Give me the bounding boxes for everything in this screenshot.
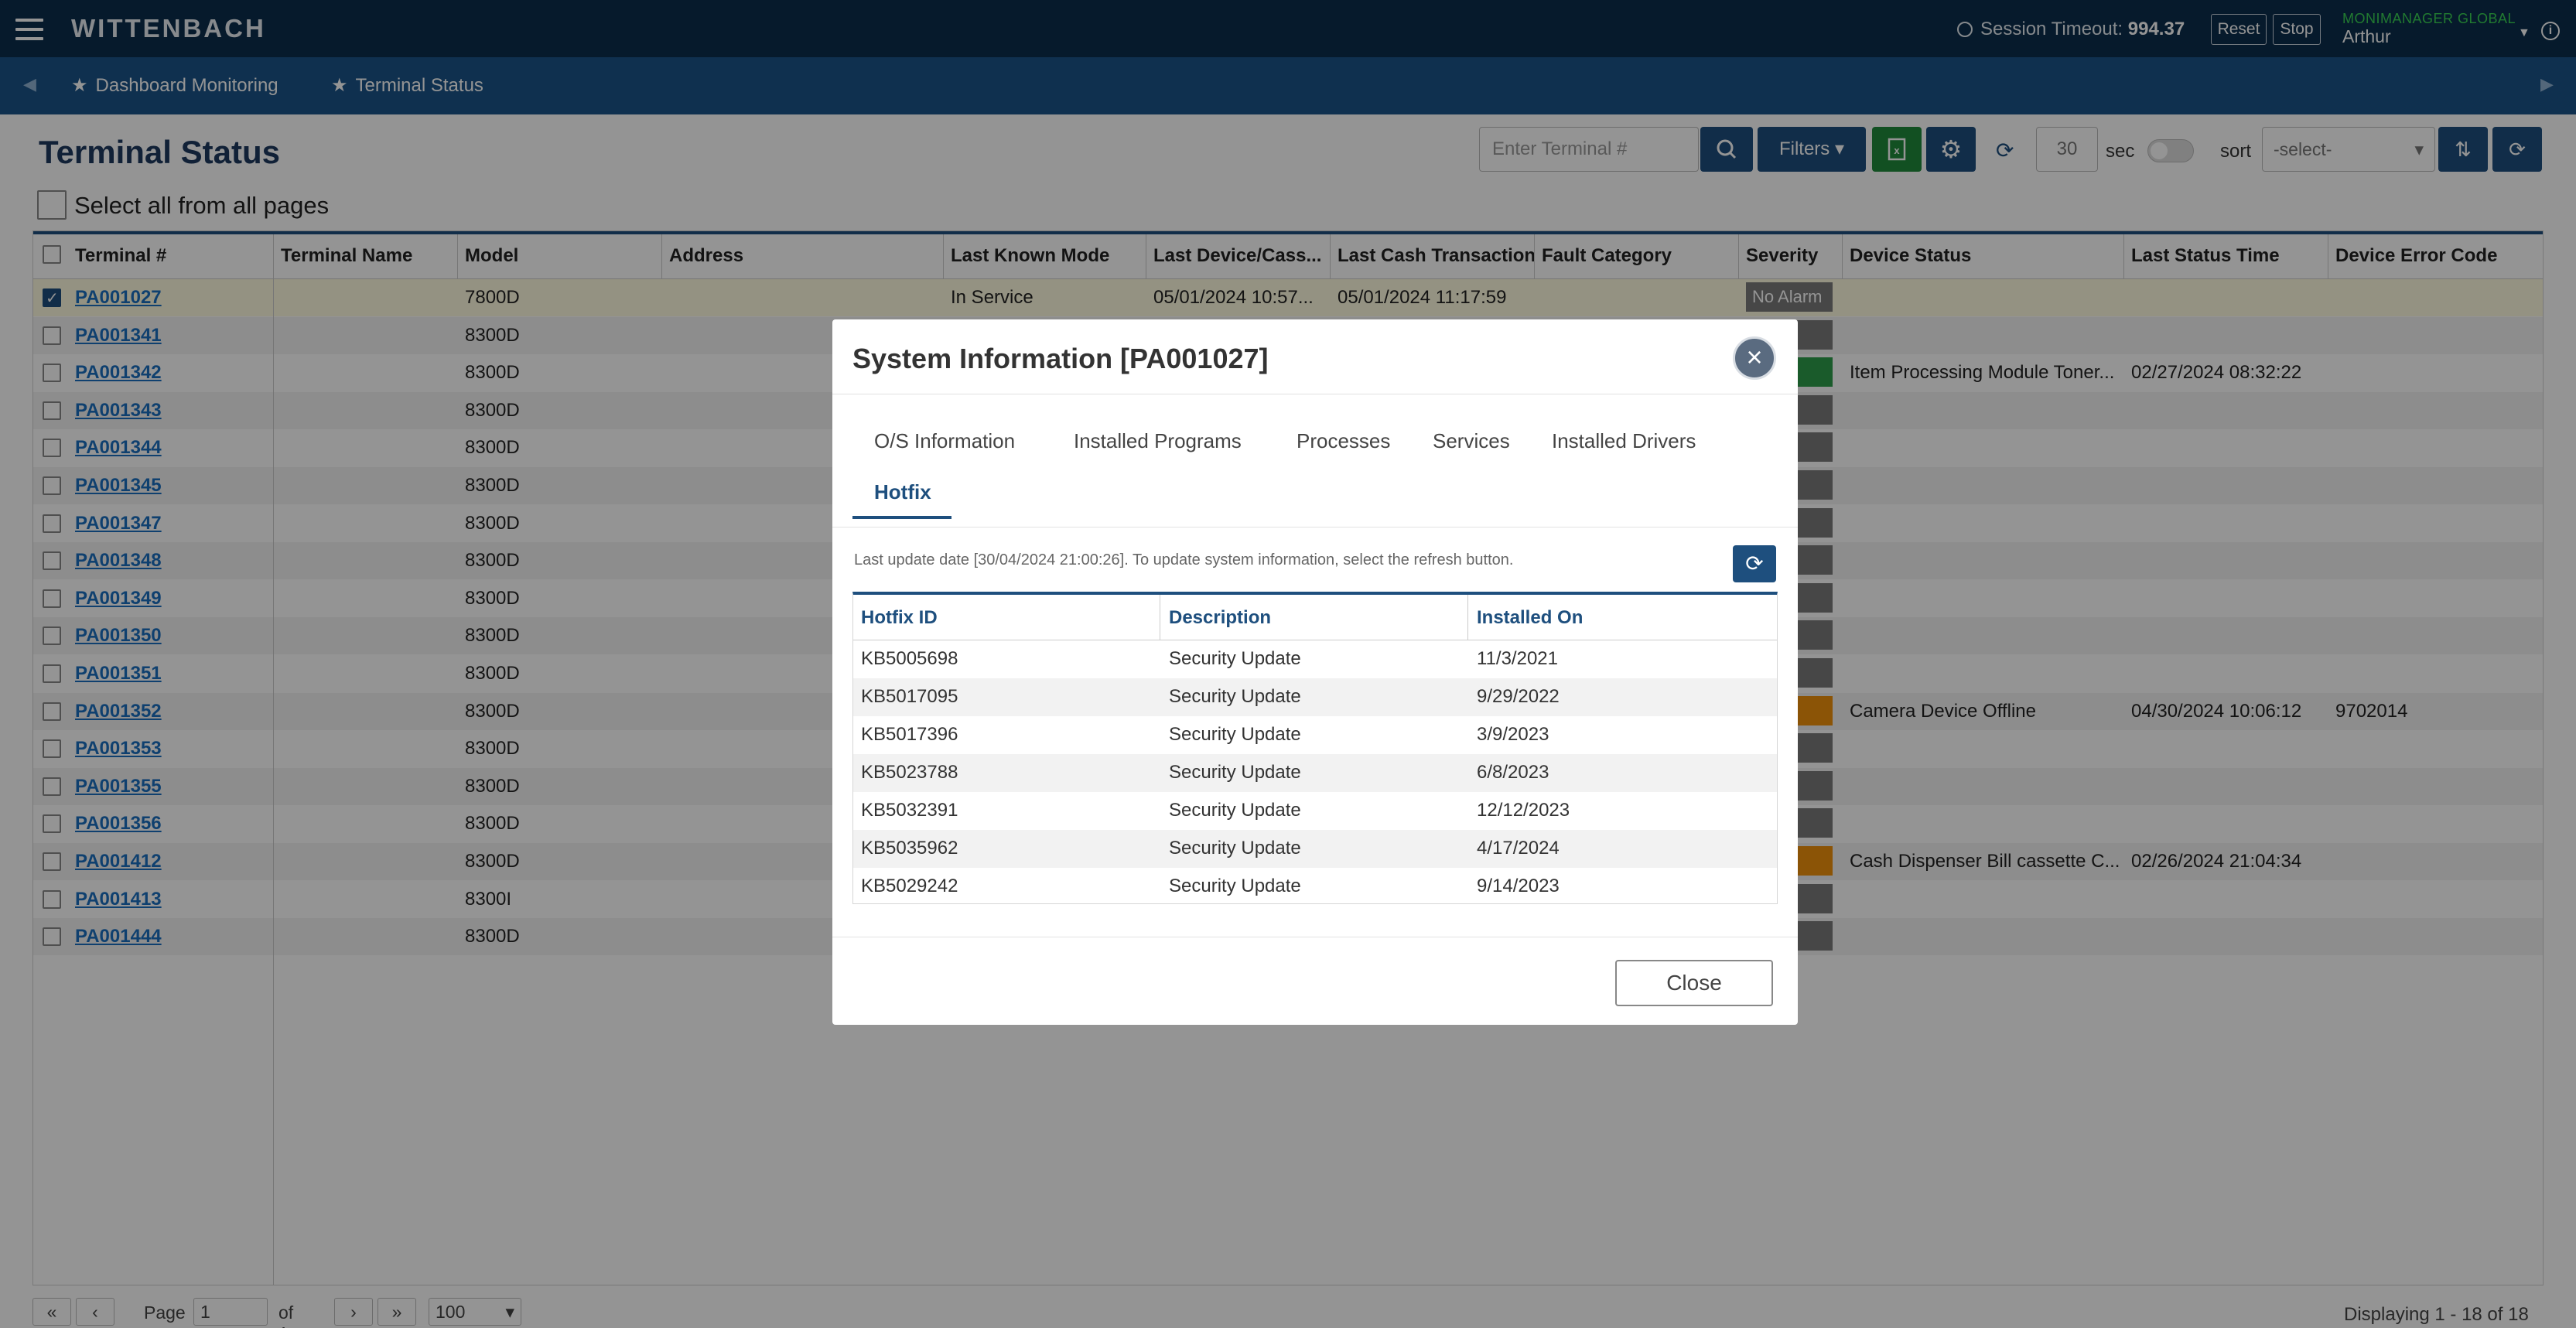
hotfix-description-cell: Security Update — [1169, 686, 1301, 707]
table-row[interactable]: KB5005698 Security Update 11/3/2021 — [853, 640, 1777, 678]
table-row[interactable]: KB5029242 Security Update 9/14/2023 — [853, 868, 1777, 903]
tab-hotfix[interactable]: Hotfix — [874, 480, 931, 504]
hotfix-description-cell: Security Update — [1169, 648, 1301, 669]
hotfix-description-cell: Security Update — [1169, 762, 1301, 783]
tab-os-information[interactable]: O/S Information — [874, 429, 1015, 453]
hotfix-installed-cell: 4/17/2024 — [1477, 838, 1560, 859]
tab-processes[interactable]: Processes — [1297, 429, 1390, 453]
last-update-note: Last update date [30/04/2024 21:00:26]. … — [854, 551, 1514, 568]
close-button[interactable]: Close — [1615, 960, 1773, 1006]
hotfix-description-cell: Security Update — [1169, 800, 1301, 821]
hotfix-description-cell: Security Update — [1169, 838, 1301, 859]
table-row[interactable]: KB5017396 Security Update 3/9/2023 — [853, 716, 1777, 754]
refresh-system-info-button[interactable]: ⟳ — [1733, 545, 1776, 582]
hotfix-installed-cell: 9/29/2022 — [1477, 686, 1560, 707]
table-row[interactable]: KB5035962 Security Update 4/17/2024 — [853, 830, 1777, 868]
active-tab-indicator — [852, 516, 951, 519]
hotfix-installed-cell: 9/14/2023 — [1477, 876, 1560, 896]
hotfix-installed-cell: 11/3/2021 — [1477, 648, 1558, 669]
tab-installed-drivers[interactable]: Installed Drivers — [1552, 429, 1696, 453]
system-information-dialog: System Information [PA001027] × O/S Info… — [832, 319, 1798, 1025]
hotfix-id-cell: KB5035962 — [861, 838, 958, 859]
hotfix-id-cell: KB5023788 — [861, 762, 958, 783]
hotfix-id-cell: KB5005698 — [861, 648, 958, 669]
dialog-title: System Information [PA001027] — [852, 343, 1269, 374]
column-header[interactable]: Description — [1169, 607, 1271, 629]
hotfix-installed-cell: 3/9/2023 — [1477, 724, 1549, 745]
hotfix-installed-cell: 6/8/2023 — [1477, 762, 1549, 783]
hotfix-description-cell: Security Update — [1169, 876, 1301, 896]
hotfix-description-cell: Security Update — [1169, 724, 1301, 745]
table-row[interactable]: KB5023788 Security Update 6/8/2023 — [853, 754, 1777, 792]
hotfix-id-cell: KB5017095 — [861, 686, 958, 707]
hotfix-table: Hotfix ID Description Installed On KB500… — [852, 592, 1778, 904]
close-icon[interactable]: × — [1733, 336, 1776, 380]
hotfix-installed-cell: 12/12/2023 — [1477, 800, 1570, 821]
hotfix-id-cell: KB5032391 — [861, 800, 958, 821]
column-header[interactable]: Installed On — [1477, 607, 1583, 629]
tab-services[interactable]: Services — [1433, 429, 1510, 453]
hotfix-id-cell: KB5017396 — [861, 724, 958, 745]
tab-installed-programs[interactable]: Installed Programs — [1074, 429, 1242, 453]
refresh-icon: ⟳ — [1745, 551, 1764, 575]
column-header[interactable]: Hotfix ID — [861, 607, 938, 629]
table-row[interactable]: KB5017095 Security Update 9/29/2022 — [853, 678, 1777, 716]
hotfix-id-cell: KB5029242 — [861, 876, 958, 896]
table-row[interactable]: KB5032391 Security Update 12/12/2023 — [853, 792, 1777, 830]
